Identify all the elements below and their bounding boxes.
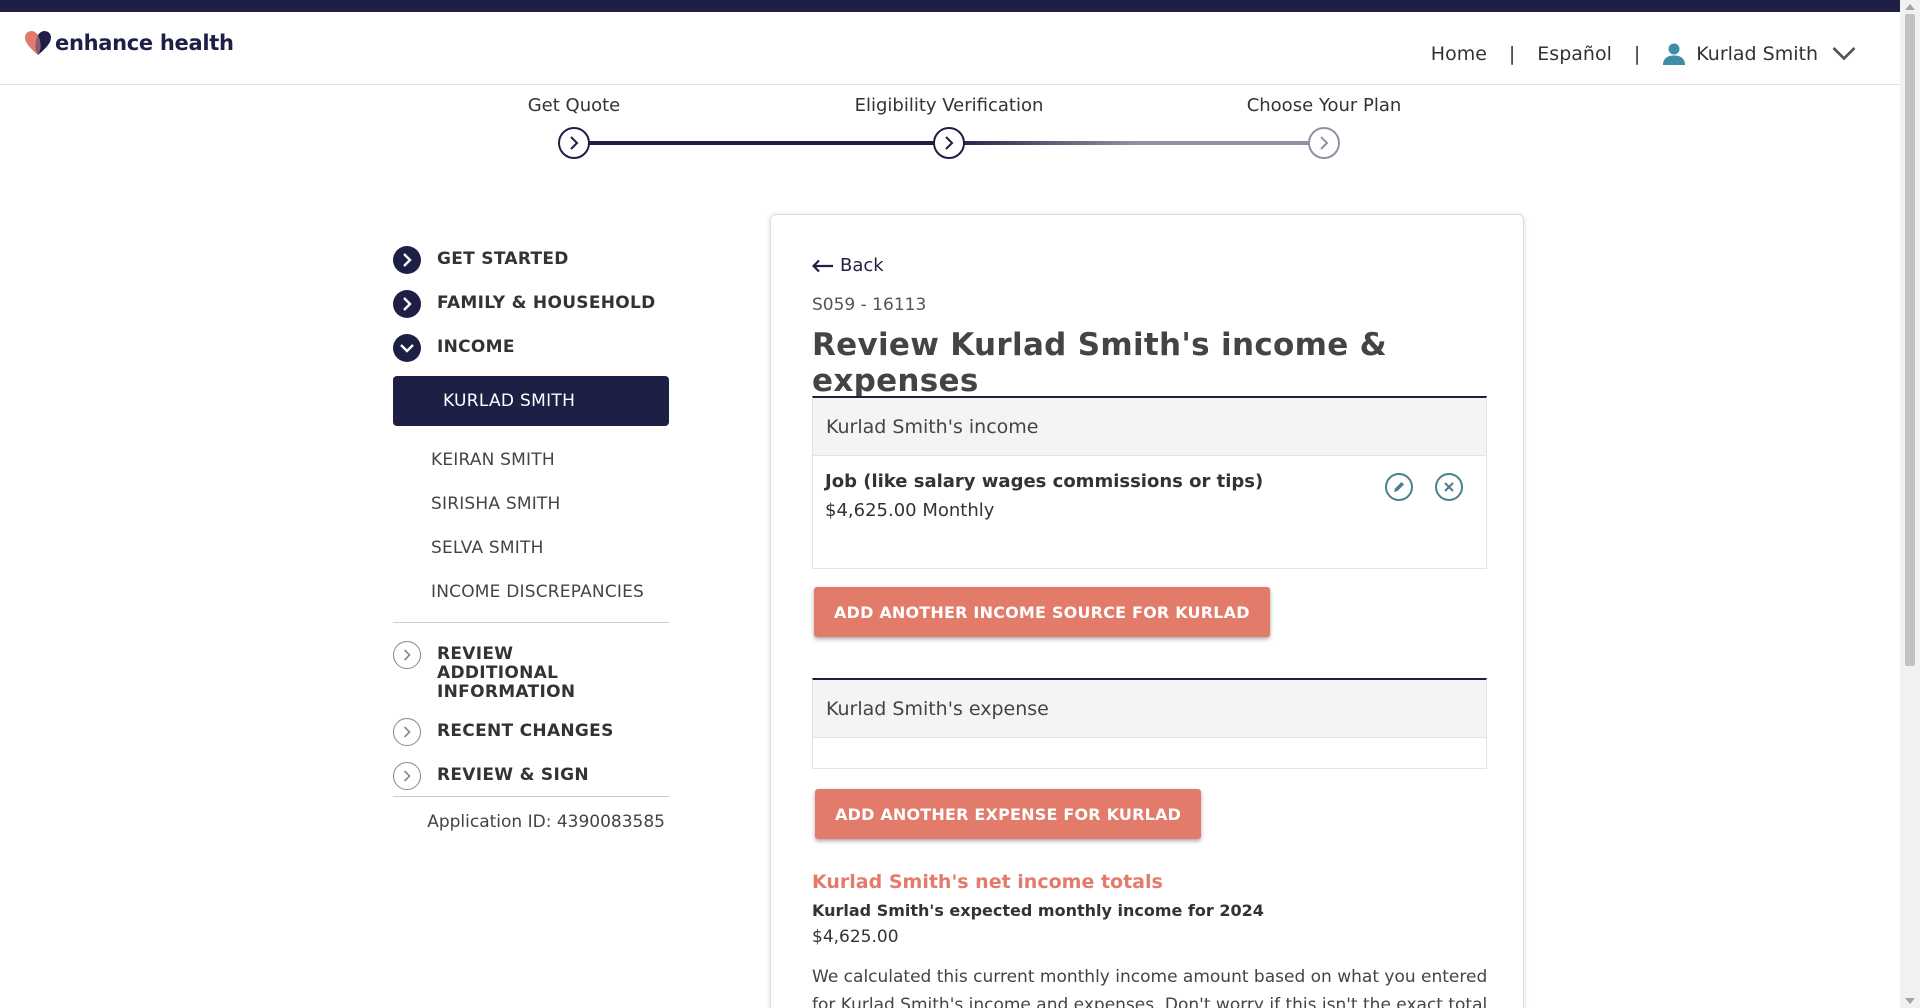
income-panel: Kurlad Smith's income Job (like salary w… xyxy=(812,396,1487,569)
chevron-right-icon xyxy=(570,136,579,150)
user-menu[interactable]: Kurlad Smith xyxy=(1662,42,1866,66)
sidebar-item-label: REVIEW & SIGN xyxy=(437,765,589,785)
expense-list-empty xyxy=(813,738,1486,768)
form-code: S059 - 16113 xyxy=(812,295,927,315)
step-label-choose-plan: Choose Your Plan xyxy=(1246,95,1402,116)
step-get-quote[interactable] xyxy=(558,127,590,159)
sidebar-item-label: RECENT CHANGES xyxy=(437,721,614,741)
expense-panel-heading: Kurlad Smith's expense xyxy=(813,680,1486,738)
sidebar-item-get-started[interactable]: GET STARTED xyxy=(393,246,669,274)
chevron-right-icon xyxy=(1320,136,1329,150)
sidebar-subitem-kurlad-smith[interactable]: KURLAD SMITH xyxy=(393,376,669,426)
chevron-right-icon xyxy=(393,718,421,746)
income-type: Job (like salary wages commissions or ti… xyxy=(825,471,1264,492)
sidebar-item-label: GET STARTED xyxy=(437,249,569,269)
sidebar-item-review-sign[interactable]: REVIEW & SIGN xyxy=(393,762,669,790)
chevron-down-icon xyxy=(393,334,421,362)
close-icon xyxy=(1444,482,1454,492)
step-progress-line-pending xyxy=(949,141,1324,145)
add-income-source-button[interactable]: ADD ANOTHER INCOME SOURCE FOR KURLAD xyxy=(814,587,1270,637)
sidebar-item-label: REVIEW ADDITIONAL INFORMATION xyxy=(437,644,576,702)
site-header: enhance health Home | Español | Kurlad S… xyxy=(0,12,1900,85)
net-income-totals-heading: Kurlad Smith's net income totals xyxy=(812,871,1163,893)
sidebar-item-recent-changes[interactable]: RECENT CHANGES xyxy=(393,718,669,746)
user-icon xyxy=(1663,43,1686,65)
sidebar-subitem-selva-smith[interactable]: SELVA SMITH xyxy=(393,526,669,570)
edit-income-button[interactable] xyxy=(1385,473,1413,501)
pencil-icon xyxy=(1394,482,1404,492)
nav-separator: | xyxy=(1508,43,1516,65)
chevron-right-icon xyxy=(393,290,421,318)
heart-logo-icon xyxy=(25,31,51,55)
application-id: Application ID: 4390083585 xyxy=(427,812,665,832)
sidebar-item-review-additional-information[interactable]: REVIEW ADDITIONAL INFORMATION xyxy=(393,641,669,702)
sidebar-divider xyxy=(393,796,669,797)
logo[interactable]: enhance health xyxy=(24,30,234,56)
step-progress-line-complete xyxy=(574,141,949,145)
sidebar-subitem-income-discrepancies[interactable]: INCOME DISCREPANCIES xyxy=(393,570,669,614)
application-sidebar: GET STARTED FAMILY & HOUSEHOLD INCOME KU… xyxy=(393,246,669,832)
logo-text: enhance health xyxy=(55,31,234,55)
nav-separator: | xyxy=(1633,43,1641,65)
expected-monthly-income-value: $4,625.00 xyxy=(812,927,899,947)
arrow-left-icon xyxy=(812,259,833,272)
top-nav: Home | Español | Kurlad Smith xyxy=(1431,42,1866,66)
sidebar-item-family-household[interactable]: FAMILY & HOUSEHOLD xyxy=(393,290,669,318)
page-scrollbar[interactable] xyxy=(1900,0,1920,1008)
page-title: Review Kurlad Smith's income & expenses xyxy=(812,327,1387,399)
step-eligibility-verification[interactable] xyxy=(933,127,965,159)
top-brand-strip xyxy=(0,0,1900,12)
sidebar-divider xyxy=(393,622,669,623)
nav-home-link[interactable]: Home xyxy=(1431,43,1487,65)
expected-monthly-income-label: Kurlad Smith's expected monthly income f… xyxy=(812,901,1264,920)
scroll-up-arrow-icon[interactable] xyxy=(1905,4,1915,10)
back-link[interactable]: Back xyxy=(812,255,884,276)
sidebar-subitem-keiran-smith[interactable]: KEIRAN SMITH xyxy=(393,438,669,482)
chevron-down-icon xyxy=(1832,47,1856,61)
add-expense-button[interactable]: ADD ANOTHER EXPENSE FOR KURLAD xyxy=(815,789,1202,839)
chevron-right-icon xyxy=(393,641,421,669)
back-label: Back xyxy=(840,255,884,276)
step-label-eligibility: Eligibility Verification xyxy=(854,95,1044,116)
income-amount: $4,625.00 Monthly xyxy=(825,500,995,521)
delete-income-button[interactable] xyxy=(1435,473,1463,501)
user-name: Kurlad Smith xyxy=(1696,43,1818,65)
totals-explanation: We calculated this current monthly incom… xyxy=(812,967,1488,1008)
chevron-right-icon xyxy=(393,246,421,274)
sidebar-item-label: INCOME xyxy=(437,337,515,357)
sidebar-item-income[interactable]: INCOME xyxy=(393,334,669,362)
income-panel-heading: Kurlad Smith's income xyxy=(813,398,1486,456)
expense-panel: Kurlad Smith's expense xyxy=(812,678,1487,769)
chevron-right-icon xyxy=(393,762,421,790)
progress-stepper: Get Quote Eligibility Verification Choos… xyxy=(0,85,1900,185)
sidebar-subitem-sirisha-smith[interactable]: SIRISHA SMITH xyxy=(393,482,669,526)
chevron-right-icon xyxy=(945,136,954,150)
step-choose-your-plan[interactable] xyxy=(1308,127,1340,159)
income-review-card: Back S059 - 16113 Review Kurlad Smith's … xyxy=(770,214,1524,1008)
income-item: Job (like salary wages commissions or ti… xyxy=(813,456,1486,568)
sidebar-item-label: FAMILY & HOUSEHOLD xyxy=(437,293,656,313)
nav-language-link[interactable]: Español xyxy=(1537,43,1612,65)
step-label-get-quote: Get Quote xyxy=(527,95,621,116)
scroll-down-arrow-icon[interactable] xyxy=(1905,998,1915,1004)
scrollbar-thumb[interactable] xyxy=(1905,14,1915,666)
